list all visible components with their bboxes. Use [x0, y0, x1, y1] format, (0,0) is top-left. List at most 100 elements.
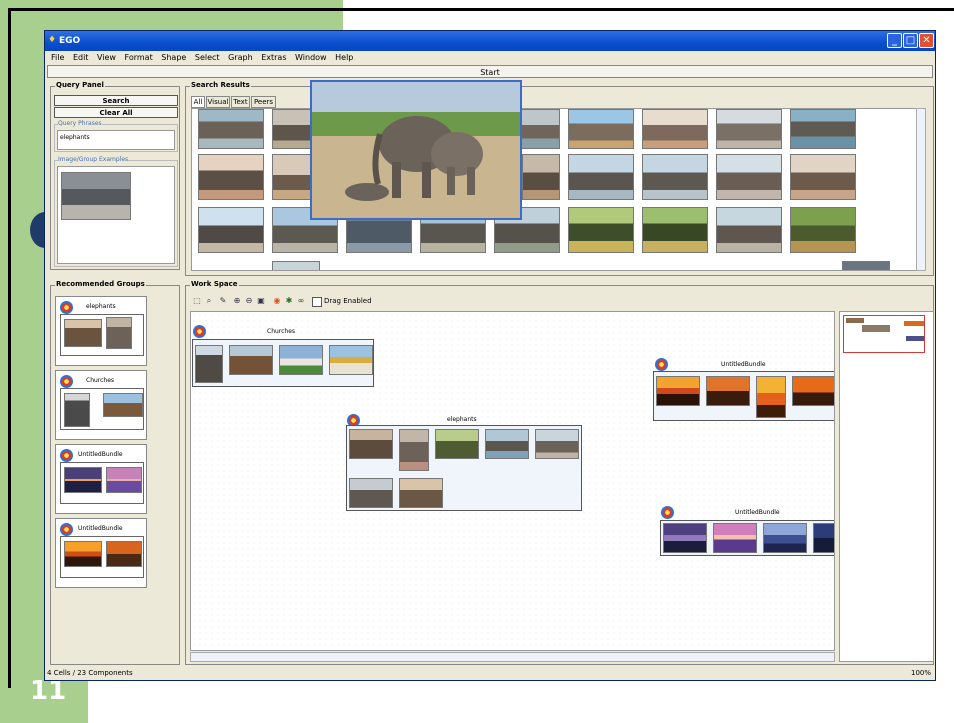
bundle-untitled[interactable] — [660, 520, 834, 556]
zoom-tool-icon[interactable]: ⌕ — [204, 296, 214, 306]
result-thumbnail[interactable] — [198, 109, 264, 149]
menu-extras[interactable]: Extras — [261, 53, 286, 62]
overview-viewport[interactable] — [843, 315, 925, 353]
result-thumbnail[interactable] — [716, 109, 782, 149]
group-thumbnail[interactable] — [103, 393, 143, 417]
start-button[interactable]: Start — [47, 65, 933, 78]
bundle-thumbnail[interactable] — [229, 345, 273, 375]
search-button[interactable]: Search — [54, 95, 178, 106]
result-thumbnail[interactable] — [642, 109, 708, 149]
bundle-thumbnail[interactable] — [279, 345, 323, 375]
bundle-thumbnail[interactable] — [435, 429, 479, 459]
fit-icon[interactable]: ▣ — [256, 296, 266, 306]
zoom-out-icon[interactable]: ⊖ — [244, 296, 254, 306]
recommended-group-card[interactable]: UntitledBundle — [55, 518, 147, 588]
bundle-thumbnail[interactable] — [195, 345, 223, 383]
menu-window[interactable]: Window — [295, 53, 327, 62]
workspace-scrollbar[interactable] — [190, 652, 835, 662]
bundle-thumbnail[interactable] — [399, 478, 443, 508]
result-thumbnail[interactable] — [642, 207, 708, 253]
bundle-thumbnail[interactable] — [813, 523, 834, 553]
bundle-icon[interactable] — [661, 506, 674, 519]
result-thumbnail[interactable] — [716, 154, 782, 200]
clear-all-button[interactable]: Clear All — [54, 107, 178, 118]
result-thumbnail[interactable] — [642, 154, 708, 200]
group-thumbnail[interactable] — [64, 541, 102, 567]
tab-peers[interactable]: Peers — [251, 96, 276, 108]
group-thumbnail[interactable] — [64, 393, 90, 427]
result-thumbnail[interactable] — [522, 154, 560, 200]
maximize-button[interactable]: □ — [903, 33, 918, 48]
bundle-thumbnail[interactable] — [706, 376, 750, 406]
result-thumbnail[interactable] — [716, 207, 782, 253]
bundle-icon[interactable] — [193, 325, 206, 338]
group-thumbnail[interactable] — [64, 319, 102, 347]
bundle-churches[interactable] — [192, 339, 374, 387]
result-thumbnail[interactable] — [272, 261, 320, 270]
result-thumbnail[interactable] — [568, 207, 634, 253]
bundle-untitled[interactable] — [653, 371, 834, 421]
overview-mark — [862, 325, 890, 332]
tab-visual[interactable]: Visual — [206, 96, 230, 108]
example-image[interactable] — [61, 172, 131, 220]
result-thumbnail[interactable] — [272, 154, 312, 200]
result-thumbnail[interactable] — [790, 109, 856, 149]
bundle-thumbnail[interactable] — [792, 376, 834, 406]
menu-shape[interactable]: Shape — [161, 53, 186, 62]
bundle-thumbnail[interactable] — [535, 429, 579, 459]
bundle-icon[interactable] — [655, 358, 668, 371]
results-scrollbar[interactable] — [916, 108, 926, 271]
bundle-thumbnail[interactable] — [763, 523, 807, 553]
result-thumbnail[interactable] — [198, 207, 264, 253]
group-thumbnail[interactable] — [106, 467, 142, 493]
menu-view[interactable]: View — [97, 53, 116, 62]
recommended-group-card[interactable]: UntitledBundle — [55, 444, 147, 514]
group-thumbnail[interactable] — [64, 467, 102, 493]
bundle-icon — [60, 375, 73, 388]
bundle-tool-icon[interactable]: ◉ — [272, 296, 282, 306]
bundle-thumbnail[interactable] — [329, 345, 373, 375]
result-thumbnail[interactable] — [790, 154, 856, 200]
bundle-thumbnail[interactable] — [756, 376, 786, 418]
bundle-elephants[interactable] — [346, 425, 582, 511]
group-thumbnail[interactable] — [106, 541, 142, 567]
close-button[interactable]: ✕ — [919, 33, 934, 48]
tab-text[interactable]: Text — [231, 96, 250, 108]
zoom-in-icon[interactable]: ⊕ — [232, 296, 242, 306]
tab-all[interactable]: All — [191, 96, 205, 108]
edit-tool-icon[interactable]: ✎ — [218, 296, 228, 306]
workspace-overview[interactable] — [839, 311, 934, 662]
bundle-thumbnail[interactable] — [713, 523, 757, 553]
bundle-thumbnail[interactable] — [399, 429, 429, 471]
recommended-group-card[interactable]: elephants — [55, 296, 147, 366]
group-tool-icon[interactable]: ✱ — [284, 296, 294, 306]
workspace-canvas[interactable]: Churches elephants UntitledBundle Untitl… — [190, 311, 835, 651]
menu-help[interactable]: Help — [335, 53, 353, 62]
query-phrases-title: Query Phrases — [58, 120, 102, 127]
image-preview[interactable] — [310, 80, 522, 220]
bundle-thumbnail[interactable] — [349, 478, 393, 508]
group-thumbnail[interactable] — [106, 317, 132, 349]
menu-select[interactable]: Select — [195, 53, 220, 62]
result-thumbnail[interactable] — [790, 207, 856, 253]
recommended-group-card[interactable]: Churches — [55, 370, 147, 440]
menu-format[interactable]: Format — [125, 53, 153, 62]
bundle-thumbnail[interactable] — [656, 376, 700, 406]
bundle-thumbnail[interactable] — [485, 429, 529, 459]
bundle-thumbnail[interactable] — [663, 523, 707, 553]
drag-enabled-checkbox[interactable] — [312, 297, 322, 307]
result-thumbnail[interactable] — [272, 109, 312, 149]
bundle-thumbnail[interactable] — [349, 429, 393, 459]
menu-graph[interactable]: Graph — [228, 53, 253, 62]
result-thumbnail[interactable] — [568, 154, 634, 200]
select-tool-icon[interactable]: ⬚ — [192, 296, 202, 306]
binoculars-icon[interactable]: ∞ — [296, 296, 306, 306]
query-phrase-input[interactable]: elephants — [57, 130, 175, 150]
menu-file[interactable]: File — [51, 53, 64, 62]
result-thumbnail[interactable] — [198, 154, 264, 200]
menu-edit[interactable]: Edit — [73, 53, 89, 62]
result-thumbnail[interactable] — [568, 109, 634, 149]
minimize-button[interactable]: _ — [887, 33, 902, 48]
image-examples-area[interactable] — [57, 166, 175, 264]
result-thumbnail[interactable] — [842, 261, 890, 270]
